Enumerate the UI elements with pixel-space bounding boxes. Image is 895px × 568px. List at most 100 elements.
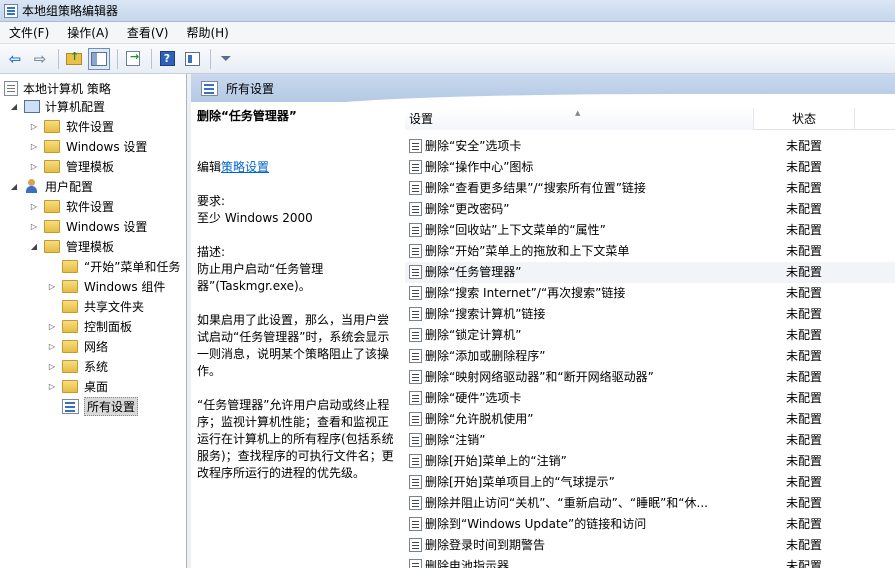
tree-network[interactable]: ▷ 网络: [46, 336, 108, 356]
tree-comp-windows-settings[interactable]: ▷ Windows 设置: [28, 136, 147, 156]
setting-name: 删除到“Windows Update”的链接和访问: [425, 517, 647, 531]
up-level-button[interactable]: [63, 48, 85, 70]
menu-file[interactable]: 文件(F): [0, 24, 58, 41]
expand-icon[interactable]: ▷: [28, 202, 40, 211]
setting-row[interactable]: 删除“任务管理器” 未配置: [405, 262, 895, 283]
setting-row[interactable]: 删除“允许脱机使用” 未配置: [405, 409, 895, 430]
setting-row[interactable]: 删除“回收站”上下文菜单的“属性” 未配置: [405, 220, 895, 241]
tree-start-menu-taskbar[interactable]: “开始”菜单和任务: [46, 256, 180, 276]
policy-setting-icon: [409, 349, 422, 363]
tree-user-windows-settings[interactable]: ▷ Windows 设置: [28, 216, 147, 236]
setting-row[interactable]: 删除“硬件”选项卡 未配置: [405, 388, 895, 409]
expand-icon[interactable]: ▷: [46, 322, 58, 331]
setting-state: 未配置: [786, 454, 823, 468]
setting-row[interactable]: 删除“锁定计算机” 未配置: [405, 325, 895, 346]
tree-user-software-settings[interactable]: ▷ 软件设置: [28, 196, 114, 216]
tree-root-local-policy[interactable]: 本地计算机 策略: [4, 78, 111, 98]
expand-icon[interactable]: ▷: [28, 122, 40, 131]
setting-row[interactable]: 删除“映射网络驱动器”和“断开网络驱动器” 未配置: [405, 367, 895, 388]
setting-name: 删除“允许脱机使用”: [425, 412, 534, 426]
export-list-button[interactable]: [122, 48, 144, 70]
setting-row[interactable]: 删除“搜索 Internet”/“再次搜索”链接 未配置: [405, 283, 895, 304]
setting-row[interactable]: 删除电池指示器 未配置: [405, 556, 895, 568]
collapse-icon[interactable]: ◢: [8, 102, 20, 111]
setting-row[interactable]: 删除到“Windows Update”的链接和访问 未配置: [405, 514, 895, 535]
setting-state: 未配置: [786, 160, 823, 174]
collapse-icon[interactable]: ◢: [8, 182, 20, 191]
setting-row[interactable]: 删除“注销” 未配置: [405, 430, 895, 451]
folder-icon: [62, 259, 78, 273]
help-button[interactable]: ?: [156, 48, 178, 70]
expand-icon[interactable]: ▷: [28, 162, 40, 171]
policy-setting-icon: [409, 307, 422, 321]
tree-all-settings[interactable]: 所有设置: [46, 396, 139, 416]
policy-setting-icon: [409, 244, 422, 258]
forward-button[interactable]: ⇨: [29, 48, 51, 70]
setting-row[interactable]: 删除“搜索计算机”链接 未配置: [405, 304, 895, 325]
setting-row[interactable]: 删除“操作中心”图标 未配置: [405, 157, 895, 178]
expand-icon[interactable]: ▷: [28, 222, 40, 231]
tree-user-config[interactable]: ◢ 用户配置: [8, 176, 93, 196]
setting-row[interactable]: 删除“更改密码” 未配置: [405, 199, 895, 220]
expand-icon[interactable]: ▷: [28, 142, 40, 151]
folder-icon: [44, 119, 60, 133]
expand-icon[interactable]: ▷: [46, 342, 58, 351]
tree-comp-software-settings[interactable]: ▷ 软件设置: [28, 116, 114, 136]
tree-user-admin-templates[interactable]: ◢ 管理模板: [28, 236, 114, 256]
setting-name: 删除“回收站”上下文菜单的“属性”: [425, 223, 606, 237]
tree-system[interactable]: ▷ 系统: [46, 356, 108, 376]
folder-icon: [62, 279, 78, 293]
back-arrow-icon: ⇦: [8, 49, 22, 68]
setting-name: 删除电池指示器: [425, 559, 510, 568]
collapse-icon[interactable]: ◢: [28, 242, 40, 251]
back-button[interactable]: ⇦: [4, 48, 26, 70]
policy-setting-icon: [409, 475, 422, 489]
expand-icon[interactable]: ▷: [46, 382, 58, 391]
tree-comp-admin-templates[interactable]: ▷ 管理模板: [28, 156, 114, 176]
filter-button[interactable]: ⏷: [215, 48, 237, 70]
menu-help[interactable]: 帮助(H): [177, 24, 237, 41]
tree-desktop[interactable]: ▷ 桌面: [46, 376, 108, 396]
folder-icon: [44, 159, 60, 173]
setting-row[interactable]: 删除[开始]菜单项目上的“气球提示” 未配置: [405, 472, 895, 493]
setting-row[interactable]: 删除[开始]菜单上的“注销” 未配置: [405, 451, 895, 472]
setting-row[interactable]: 删除“开始”菜单上的拖放和上下文菜单 未配置: [405, 241, 895, 262]
setting-row[interactable]: 删除登录时间到期警告 未配置: [405, 535, 895, 556]
policy-doc-icon: [4, 80, 18, 96]
show-hide-tree-button[interactable]: [88, 47, 110, 70]
policy-setting-icon: [409, 496, 422, 510]
setting-row[interactable]: 删除“安全”选项卡 未配置: [405, 136, 895, 157]
properties-icon: [184, 51, 200, 66]
selected-setting-title: 删除“任务管理器”: [197, 109, 297, 123]
setting-row[interactable]: 删除“查看更多结果”/“搜索所有位置”链接 未配置: [405, 178, 895, 199]
toolbar-separator: [151, 48, 152, 69]
menu-action[interactable]: 操作(A): [58, 24, 118, 41]
tree-shared-folders[interactable]: 共享文件夹: [46, 296, 144, 316]
policy-setting-icon: [409, 181, 422, 195]
column-header-state[interactable]: 状态: [755, 108, 855, 130]
tree-windows-components[interactable]: ▷ Windows 组件: [46, 276, 165, 296]
setting-name: 删除“添加或删除程序”: [425, 349, 546, 363]
settings-list: 设置 状态 删除“安全”选项卡未配置删除“操作中心”图标未配置删除“查看更多结果…: [405, 102, 895, 568]
tree-control-panel[interactable]: ▷ 控制面板: [46, 316, 132, 336]
column-header-setting[interactable]: 设置: [405, 102, 754, 130]
setting-row[interactable]: 删除“添加或删除程序” 未配置: [405, 346, 895, 367]
policy-setting-icon: [409, 412, 422, 426]
properties-button[interactable]: [181, 48, 203, 70]
expand-icon[interactable]: ▷: [46, 282, 58, 291]
edit-prefix: 编辑: [197, 160, 222, 174]
setting-state: 未配置: [786, 244, 823, 258]
setting-name: 删除“硬件”选项卡: [425, 391, 522, 405]
all-settings-icon: [201, 80, 218, 96]
setting-name: 删除“注销”: [425, 433, 486, 447]
setting-name: 删除“安全”选项卡: [425, 139, 522, 153]
edit-policy-link[interactable]: 策略设置: [221, 160, 269, 174]
setting-state: 未配置: [786, 391, 823, 405]
setting-name: 删除并阻止访问“关机”、“重新启动”、“睡眠”和“休...: [425, 496, 708, 510]
menu-view[interactable]: 查看(V): [118, 24, 178, 41]
tree-computer-config[interactable]: ◢ 计算机配置: [8, 96, 105, 116]
expand-icon[interactable]: ▷: [46, 362, 58, 371]
setting-row[interactable]: 删除并阻止访问“关机”、“重新启动”、“睡眠”和“休... 未配置: [405, 493, 895, 514]
description-text-1: 防止用户启动“任务管理器”(Taskmgr.exe)。: [197, 262, 324, 293]
policy-setting-icon: [409, 202, 422, 216]
